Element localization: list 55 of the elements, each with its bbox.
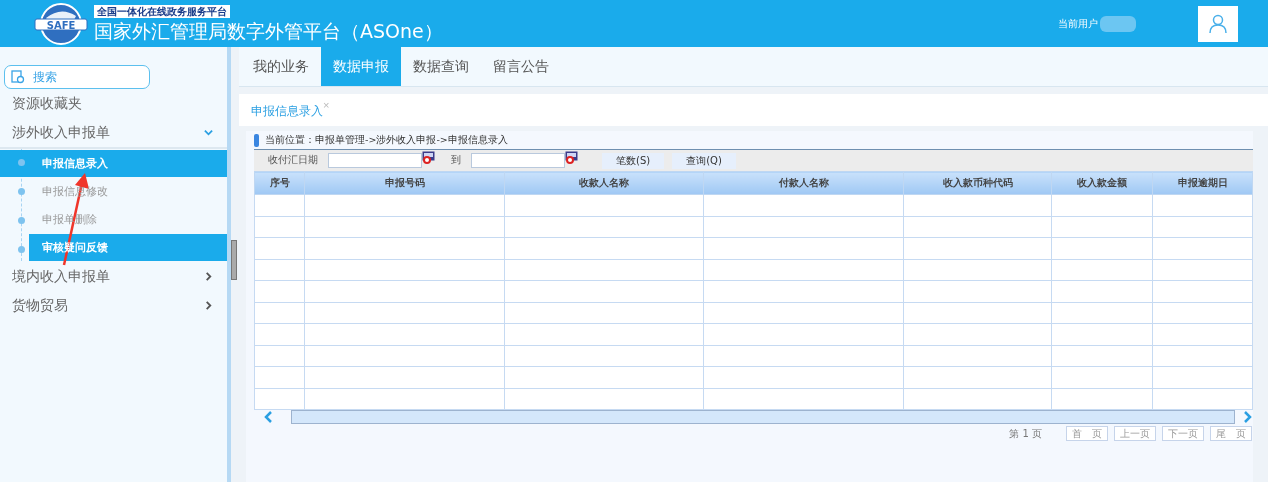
horizontal-scrollbar[interactable]: [291, 410, 1235, 424]
table-cell: [254, 259, 305, 281]
current-user-label: 当前用户: [1058, 16, 1098, 31]
table-cell: [254, 366, 305, 388]
page-indicator: 第 1 页: [1009, 426, 1042, 441]
nav-tab[interactable]: 数据查询: [401, 47, 481, 86]
to-label: 到: [451, 154, 461, 167]
user-icon: [1209, 13, 1227, 34]
sidebar-item[interactable]: 境内收入申报单: [0, 262, 228, 291]
tree-dot-icon: [18, 188, 25, 195]
table-cell: [254, 323, 305, 345]
nav-tab[interactable]: 我的业务: [241, 47, 321, 86]
nav-tab[interactable]: 留言公告: [481, 47, 561, 86]
redacted-patch: [1100, 15, 1136, 32]
page-tab[interactable]: 申报信息录入: [251, 103, 323, 120]
table-cell: [254, 345, 305, 367]
search-button[interactable]: 搜索: [4, 65, 150, 89]
start-date-field[interactable]: [328, 153, 422, 168]
table-cell: [254, 216, 305, 238]
tree-dot-icon: [18, 159, 25, 166]
search-icon: [11, 70, 25, 84]
column-header: 收款人名称: [504, 171, 704, 195]
column-header: 申报号码: [304, 171, 505, 195]
section-marker: [254, 134, 259, 147]
filter-button[interactable]: 笔数(S): [602, 152, 665, 169]
breadcrumb: 当前位置：申报单管理->涉外收入申报->申报信息录入: [265, 134, 508, 147]
table-cell: [254, 280, 305, 302]
table-cell: [254, 302, 305, 324]
calendar-icon[interactable]: [422, 151, 435, 164]
table-cell: [254, 194, 305, 216]
column-header: 付款人名称: [703, 171, 904, 195]
column-header: 申报逾期日: [1152, 171, 1253, 195]
column-header: 序号: [254, 171, 305, 195]
platform-subtitle: 全国一体化在线政务服务平台: [94, 4, 230, 18]
scroll-right-icon[interactable]: [1243, 411, 1252, 423]
nav-tab[interactable]: 数据申报: [321, 47, 401, 86]
app-title: 国家外汇管理局数字外管平台（ASOne）: [94, 18, 443, 43]
scroll-left-icon[interactable]: [264, 411, 273, 423]
filter-button[interactable]: 查询(Q): [672, 152, 736, 169]
calendar-icon[interactable]: [565, 151, 578, 164]
sidebar-subitem[interactable]: 申报信息录入: [0, 150, 228, 177]
sidebar-item[interactable]: 资源收藏夹: [0, 89, 228, 118]
table-cell: [254, 237, 305, 259]
user-button[interactable]: [1198, 5, 1238, 42]
sidebar-item[interactable]: 涉外收入申报单: [0, 118, 228, 147]
close-button[interactable]: ×: [323, 100, 330, 110]
collapse-handle[interactable]: [231, 239, 238, 280]
tree-dot-icon: [18, 217, 25, 224]
tree-dot-icon: [18, 246, 25, 253]
date-label: 收付汇日期: [268, 154, 318, 167]
sidebar-item[interactable]: 货物贸易: [0, 291, 228, 320]
column-header: 收入款币种代码: [903, 171, 1052, 195]
column-header: 收入款金额: [1051, 171, 1153, 195]
table-cell: [254, 388, 305, 410]
end-date-field[interactable]: [471, 153, 565, 168]
